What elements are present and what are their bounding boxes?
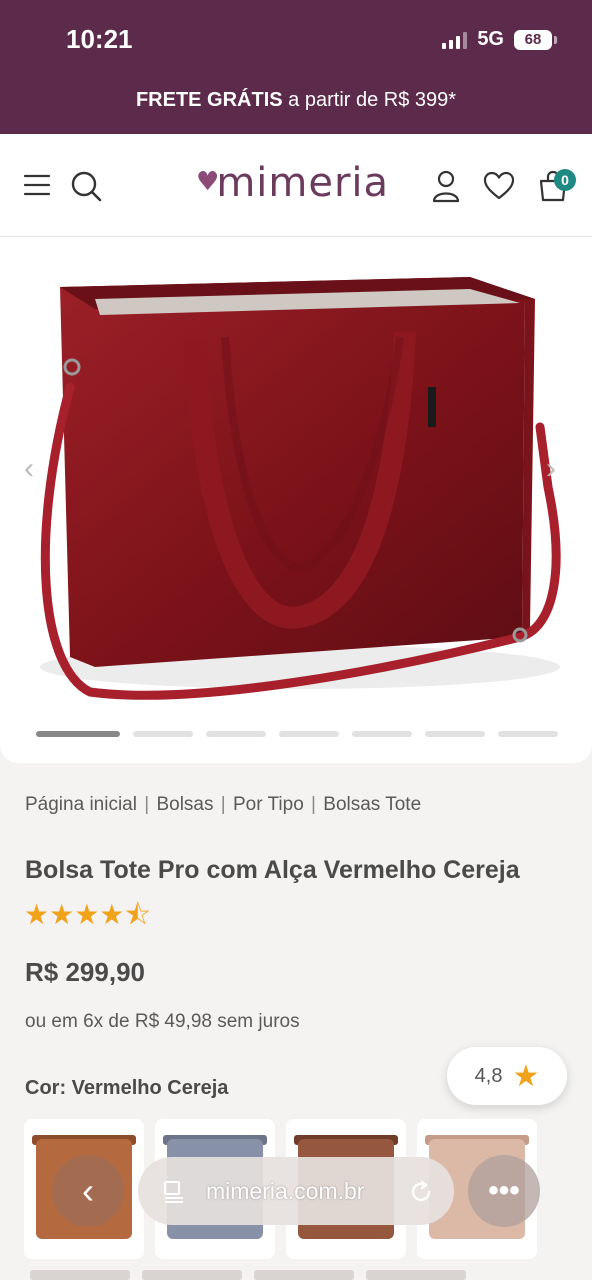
gallery-dot[interactable] — [352, 731, 412, 737]
cart-count-badge: 0 — [554, 169, 576, 191]
product-title: Bolsa Tote Pro com Alça Vermelho Cereja — [25, 856, 520, 884]
breadcrumb-home[interactable]: Página inicial — [25, 794, 137, 815]
browser-back-button[interactable]: ‹ — [52, 1155, 124, 1227]
rating-stars[interactable]: ★★★★⯪ — [24, 894, 151, 942]
product-image[interactable] — [0, 237, 592, 763]
gallery-dot[interactable] — [425, 731, 485, 737]
gallery-prev-icon[interactable]: ‹ — [24, 452, 34, 486]
gallery-dot[interactable] — [498, 731, 558, 737]
product-price: R$ 299,90 — [25, 957, 145, 987]
gallery-dot[interactable] — [206, 731, 266, 737]
menu-icon[interactable] — [22, 170, 52, 200]
page-menu-icon[interactable] — [162, 1179, 186, 1203]
network-label: 5G — [477, 28, 504, 50]
more-icon: ••• — [488, 1174, 520, 1207]
user-icon[interactable] — [430, 168, 462, 204]
installments-text: ou em 6x de R$ 49,98 sem juros — [25, 1011, 300, 1032]
reload-icon[interactable] — [408, 1179, 434, 1205]
battery-icon: 68 — [514, 29, 557, 50]
gallery-pagination — [36, 731, 558, 737]
breadcrumb-bolsas[interactable]: Bolsas — [156, 794, 213, 815]
breadcrumb: Página inicial | Bolsas | Por Tipo | Bol… — [25, 794, 422, 815]
site-header: ♥mimeria — [0, 134, 592, 237]
status-time: 10:21 — [66, 24, 133, 54]
chevron-left-icon: ‹ — [82, 1170, 94, 1211]
rating-value: 4,8 — [474, 1064, 503, 1087]
rating-summary-button[interactable]: 4,8 ★ — [447, 1047, 567, 1105]
logo-text: mimeria — [216, 160, 390, 206]
url-text: mimeria.com.br — [206, 1178, 365, 1204]
status-bar: 10:21 5G 68 — [0, 0, 592, 80]
gallery-dot[interactable] — [36, 731, 120, 737]
address-bar[interactable]: mimeria.com.br — [138, 1157, 454, 1225]
browser-toolbar: ‹ mimeria.com.br ••• — [0, 1150, 592, 1240]
signal-icon — [442, 31, 468, 49]
brand-logo[interactable]: ♥mimeria — [196, 160, 389, 206]
search-icon[interactable] — [68, 168, 104, 204]
promo-bold: FRETE GRÁTIS — [135, 89, 283, 111]
promo-banner[interactable]: FRETE GRÁTIS a partir de R$ 399* — [0, 80, 592, 134]
heart-icon[interactable] — [482, 170, 516, 202]
gallery-next-icon[interactable]: › — [546, 452, 556, 486]
breadcrumb-bolsas-tote[interactable]: Bolsas Tote — [323, 794, 421, 815]
browser-more-button[interactable]: ••• — [468, 1155, 540, 1227]
promo-text: a partir de R$ 399* — [288, 89, 457, 111]
gallery-dot[interactable] — [279, 731, 339, 737]
status-indicators: 5G 68 — [442, 28, 557, 51]
star-icon: ★ — [512, 1059, 540, 1093]
gallery-dot[interactable] — [133, 731, 193, 737]
breadcrumb-por-tipo[interactable]: Por Tipo — [233, 794, 304, 815]
more-content-strip — [0, 1262, 592, 1280]
color-label: Cor: Vermelho Cereja — [25, 1077, 229, 1099]
